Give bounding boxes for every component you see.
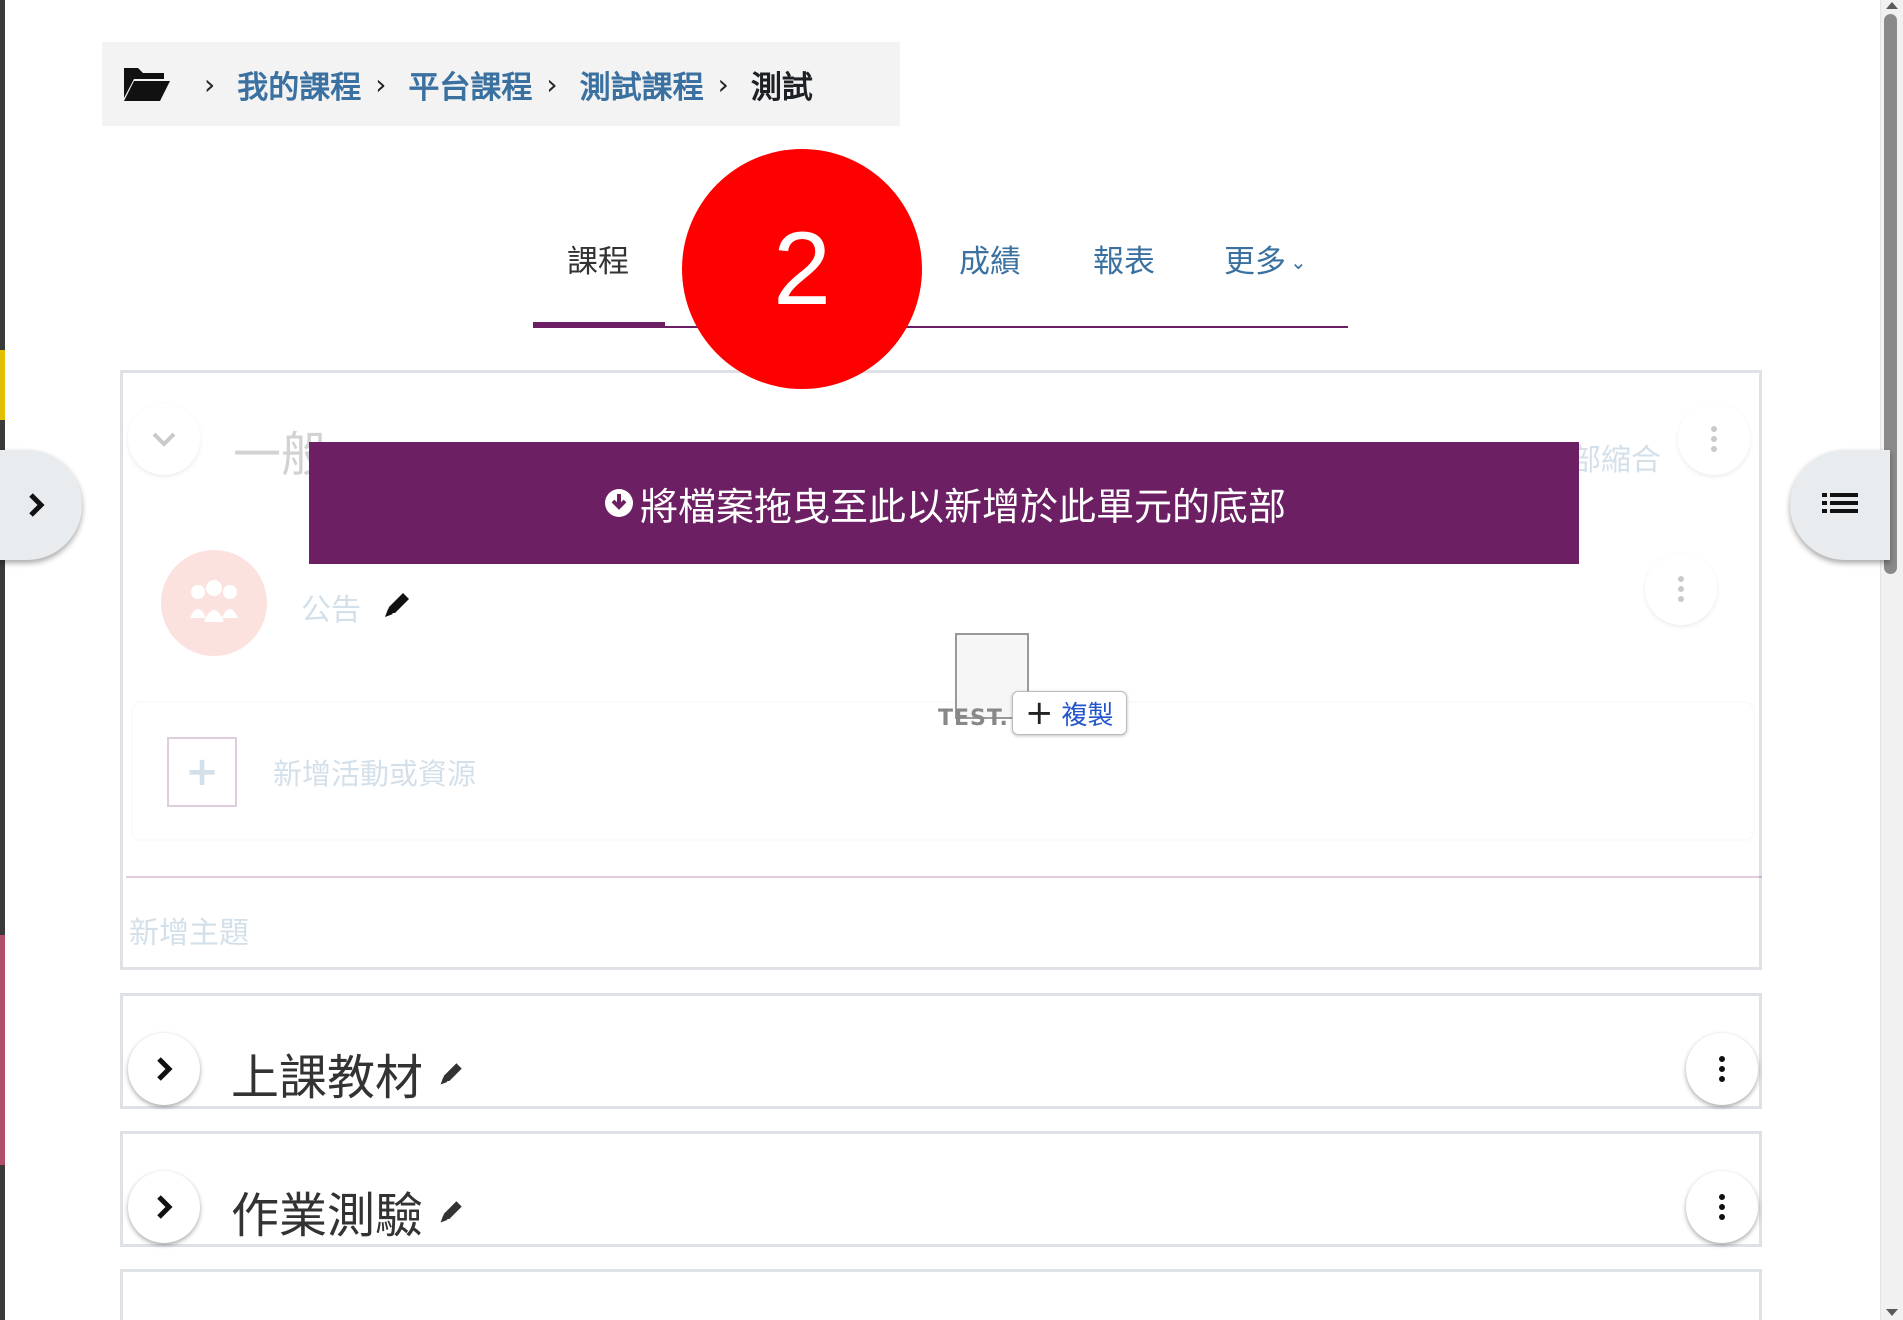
tab-label: 報表	[1093, 244, 1155, 280]
section-expand-button[interactable]	[128, 1033, 200, 1105]
section-title-row: 上課教材	[231, 1038, 467, 1108]
section-title[interactable]: 上課教材	[231, 1038, 423, 1108]
tab-reports[interactable]: 報表	[1093, 240, 1155, 328]
section-materials: 上課教材	[120, 993, 1762, 1109]
kebab-icon	[1711, 426, 1717, 452]
add-topic-link[interactable]: 新增主題	[129, 908, 249, 952]
section-collapse-button[interactable]	[128, 403, 200, 475]
chevron-down-icon	[152, 432, 176, 447]
collapse-all-link[interactable]: 部縮合	[1571, 435, 1661, 479]
section-partial	[120, 1269, 1762, 1320]
list-icon	[1822, 493, 1858, 513]
section-divider	[126, 876, 1762, 878]
breadcrumb-item-platform-courses[interactable]: 平台課程	[408, 62, 532, 107]
breadcrumb-item-test-course[interactable]: 測試課程	[580, 62, 704, 107]
section-menu-button[interactable]	[1678, 403, 1750, 475]
course-tabs: 課程 成績 報表 更多 ⌄	[533, 240, 1348, 328]
window-edge-segment	[0, 935, 5, 1165]
open-course-index-button[interactable]	[0, 450, 82, 560]
file-drop-zone[interactable]: 將檔案拖曳至此以新增於此單元的底部	[309, 442, 1579, 564]
kebab-icon	[1678, 576, 1684, 602]
section-title-row: 作業測驗	[231, 1176, 467, 1246]
breadcrumb-current: 測試	[750, 69, 813, 106]
scroll-up-arrow-icon[interactable]	[1886, 2, 1898, 9]
activity-menu-button[interactable]	[1645, 553, 1717, 625]
step-number-badge: 2	[682, 149, 922, 389]
pencil-icon[interactable]	[437, 1196, 467, 1226]
add-activity-label: 新增活動或資源	[273, 757, 477, 791]
open-block-drawer-button[interactable]	[1790, 450, 1890, 560]
folder-open-icon[interactable]	[122, 64, 172, 104]
tab-label: 課程	[567, 244, 629, 280]
chevron-right-icon	[157, 1195, 173, 1219]
breadcrumb-separator-icon: ›	[717, 67, 729, 101]
breadcrumb: › 我的課程 › 平台課程 › 測試課程 › 測試	[102, 42, 900, 126]
tab-label: 成績	[959, 244, 1021, 280]
tab-more[interactable]: 更多 ⌄	[1224, 240, 1307, 328]
plus-icon: +	[1025, 693, 1054, 733]
kebab-icon	[1719, 1194, 1725, 1220]
section-assignments: 作業測驗	[120, 1131, 1762, 1247]
tab-label: 更多	[1224, 244, 1286, 280]
chevron-down-icon: ⌄	[1290, 250, 1307, 274]
section-menu-button[interactable]	[1686, 1171, 1758, 1243]
window-edge-segment	[0, 350, 5, 420]
copy-label: 複製	[1061, 700, 1114, 731]
breadcrumb-separator-icon: ›	[375, 67, 387, 101]
download-circle-icon	[604, 489, 633, 517]
scroll-down-arrow-icon[interactable]	[1886, 1309, 1898, 1316]
dragged-file-name: TEST.	[938, 706, 1009, 731]
tab-grades[interactable]: 成績	[959, 240, 1021, 328]
chevron-right-icon	[29, 493, 45, 517]
pencil-icon[interactable]	[381, 587, 415, 621]
section-title[interactable]: 作業測驗	[231, 1176, 423, 1246]
tab-course[interactable]: 課程	[533, 240, 665, 328]
forum-icon[interactable]	[161, 550, 267, 656]
drop-zone-text: 將檔案拖曳至此以新增於此單元的底部	[639, 484, 1286, 529]
breadcrumb-separator-icon: ›	[204, 67, 216, 101]
kebab-icon	[1719, 1056, 1725, 1082]
pencil-icon[interactable]	[437, 1058, 467, 1088]
drag-copy-tooltip: + 複製	[1012, 691, 1127, 735]
breadcrumb-separator-icon: ›	[546, 67, 558, 101]
announcement-link[interactable]: 公告	[301, 585, 361, 629]
section-expand-button[interactable]	[128, 1171, 200, 1243]
section-menu-button[interactable]	[1686, 1033, 1758, 1105]
breadcrumb-item-my-courses[interactable]: 我的課程	[237, 62, 361, 107]
plus-icon: +	[167, 737, 237, 807]
window-left-edge	[0, 0, 5, 1320]
chevron-right-icon	[157, 1057, 173, 1081]
